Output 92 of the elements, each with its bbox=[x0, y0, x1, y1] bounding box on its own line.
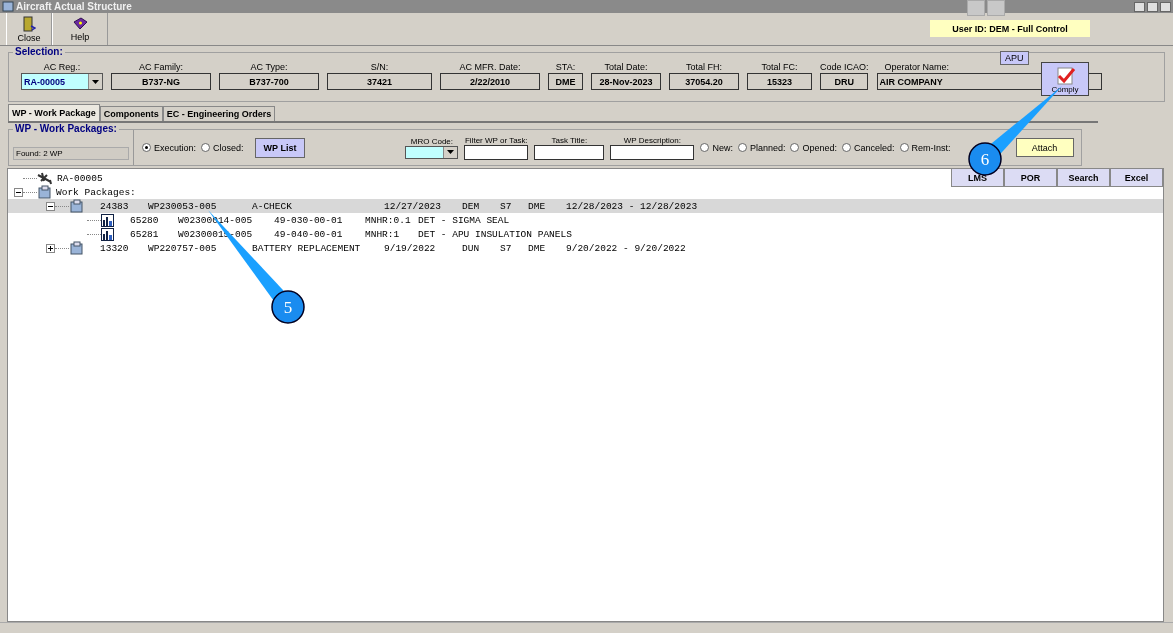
tree-cell: Work Packages: bbox=[56, 186, 136, 198]
field-label: Operator Name: bbox=[884, 62, 950, 72]
expand-toggle[interactable] bbox=[46, 243, 55, 253]
field-label: AC Family: bbox=[139, 62, 183, 72]
tree-cell-text: A-CHECK bbox=[252, 200, 293, 212]
filter-field[interactable] bbox=[610, 144, 695, 160]
found-count: Found: 2 WP bbox=[13, 147, 129, 160]
tab[interactable]: WP - Work Package bbox=[8, 104, 100, 121]
close-button[interactable] bbox=[1160, 1, 1171, 12]
readonly-field: 2/22/2010 bbox=[440, 73, 540, 90]
readonly-field: DRU bbox=[820, 73, 869, 90]
chart-icon bbox=[101, 213, 114, 227]
minimize-button[interactable] bbox=[1134, 1, 1145, 12]
tree-cell-text: MNHR:0.1 bbox=[365, 214, 412, 226]
readonly-field: B737-NG bbox=[111, 73, 211, 90]
readonly-field: B737-700 bbox=[219, 73, 319, 90]
field-label: Code ICAO: bbox=[820, 62, 869, 72]
action-button[interactable]: Search bbox=[1057, 168, 1110, 187]
tree-cell-text: 49-040-00-01 bbox=[274, 228, 344, 240]
radio-option[interactable]: Canceled: bbox=[841, 142, 895, 153]
restore-button[interactable] bbox=[1147, 1, 1158, 12]
tab[interactable]: Components bbox=[99, 106, 163, 121]
tree-cell-text: WP220757-005 bbox=[148, 242, 218, 254]
filter-field[interactable] bbox=[464, 144, 529, 160]
book-icon bbox=[72, 16, 88, 31]
tree-cell-text: DEM bbox=[462, 200, 481, 212]
radio-option[interactable]: Rem-Inst: bbox=[899, 142, 951, 153]
field-label: AC Reg.: bbox=[43, 62, 81, 72]
field-label: S/N: bbox=[370, 62, 389, 72]
radio-option[interactable]: Opened: bbox=[790, 142, 837, 153]
tree-cell: RA-00005 bbox=[57, 172, 103, 184]
tree-cell-text: DME bbox=[528, 200, 547, 212]
mro-code-dropdown[interactable] bbox=[405, 145, 459, 159]
chart-icon bbox=[101, 227, 114, 241]
tree-cell-text: DME bbox=[528, 242, 547, 254]
toolbar-button[interactable]: Close bbox=[6, 13, 52, 45]
field-label: Filter WP or Task: bbox=[464, 135, 528, 145]
field-label: AC MFR. Date: bbox=[459, 62, 521, 72]
radio-option[interactable]: Planned: bbox=[737, 142, 786, 153]
tree-cell-text: DET - SIGMA SEAL bbox=[418, 214, 511, 226]
tree-cell-text: 65281 bbox=[130, 228, 160, 240]
tree-cell-text: 12/28/2023 - 12/28/2023 bbox=[566, 200, 699, 212]
tree-cell-text: BATTERY REPLACEMENT bbox=[252, 242, 362, 254]
field-label: Task Title: bbox=[551, 135, 588, 145]
tree-cell-text: 24383 bbox=[100, 200, 130, 212]
tree-cell-text: 9/19/2022 bbox=[384, 242, 437, 254]
apu-button[interactable]: APU bbox=[1000, 51, 1029, 65]
tree-cell-text: 13320 bbox=[100, 242, 130, 254]
tree-cell-text: 49-030-00-01 bbox=[274, 214, 344, 226]
collapse-toggle[interactable] bbox=[46, 201, 55, 211]
tree-cell-text: S7 bbox=[500, 242, 513, 254]
attach-button[interactable]: Attach bbox=[1015, 138, 1074, 157]
readonly-field: 37421 bbox=[327, 73, 432, 90]
filter-field[interactable] bbox=[534, 144, 605, 160]
tree-cell-text: MNHR:1 bbox=[365, 228, 401, 240]
user-badge: User ID: DEM - Full Control bbox=[930, 20, 1090, 37]
readonly-field: DME bbox=[548, 73, 583, 90]
radio-option[interactable]: New: bbox=[700, 142, 733, 153]
group-title: Selection: bbox=[13, 46, 65, 57]
group-title: WP - Work Packages: bbox=[13, 123, 119, 134]
readonly-field: 28-Nov-2023 bbox=[591, 73, 661, 90]
field-label: Total FC: bbox=[761, 62, 798, 72]
tree-cell-text: 12/27/2023 bbox=[384, 200, 442, 212]
tree-cell-text: 65280 bbox=[130, 214, 160, 226]
checkmark-icon bbox=[1054, 67, 1076, 85]
toolbar-button[interactable]: Help bbox=[52, 13, 108, 45]
window-title: Aircraft Actual Structure bbox=[16, 1, 132, 12]
radio-option[interactable]: Closed: bbox=[201, 142, 244, 153]
field-label: MRO Code: bbox=[410, 136, 453, 146]
tree-cell-text: 9/20/2022 - 9/20/2022 bbox=[566, 242, 687, 254]
field-label: STA: bbox=[555, 62, 576, 72]
radio-option[interactable]: Execution: bbox=[142, 142, 197, 153]
tree-cell-text: WP230053-005 bbox=[148, 200, 218, 212]
wp-list-button[interactable]: WP List bbox=[254, 137, 306, 158]
door-icon bbox=[22, 15, 36, 32]
tab[interactable]: EC - Engineering Orders bbox=[162, 106, 276, 121]
readonly-field: 37054.20 bbox=[669, 73, 739, 90]
tree-cell-text: S7 bbox=[500, 200, 513, 212]
action-button[interactable]: Excel bbox=[1110, 168, 1163, 187]
tree-cell-text: DUN bbox=[462, 242, 481, 254]
caret-icon bbox=[447, 150, 455, 154]
action-button[interactable]: POR bbox=[1004, 168, 1057, 187]
field-label: WP Description: bbox=[623, 135, 681, 145]
registration-dropdown[interactable]: RA-00005 bbox=[21, 73, 103, 90]
caret-icon bbox=[92, 79, 99, 84]
tree-cell-text: DET - APU INSULATION PANELS bbox=[418, 228, 573, 240]
field-label: Total Date: bbox=[604, 62, 648, 72]
field-label: AC Type: bbox=[250, 62, 288, 72]
collapse-toggle[interactable] bbox=[14, 187, 23, 197]
field-label: Total FH: bbox=[686, 62, 722, 72]
readonly-field: 15323 bbox=[747, 73, 812, 90]
app-icon bbox=[2, 1, 14, 12]
